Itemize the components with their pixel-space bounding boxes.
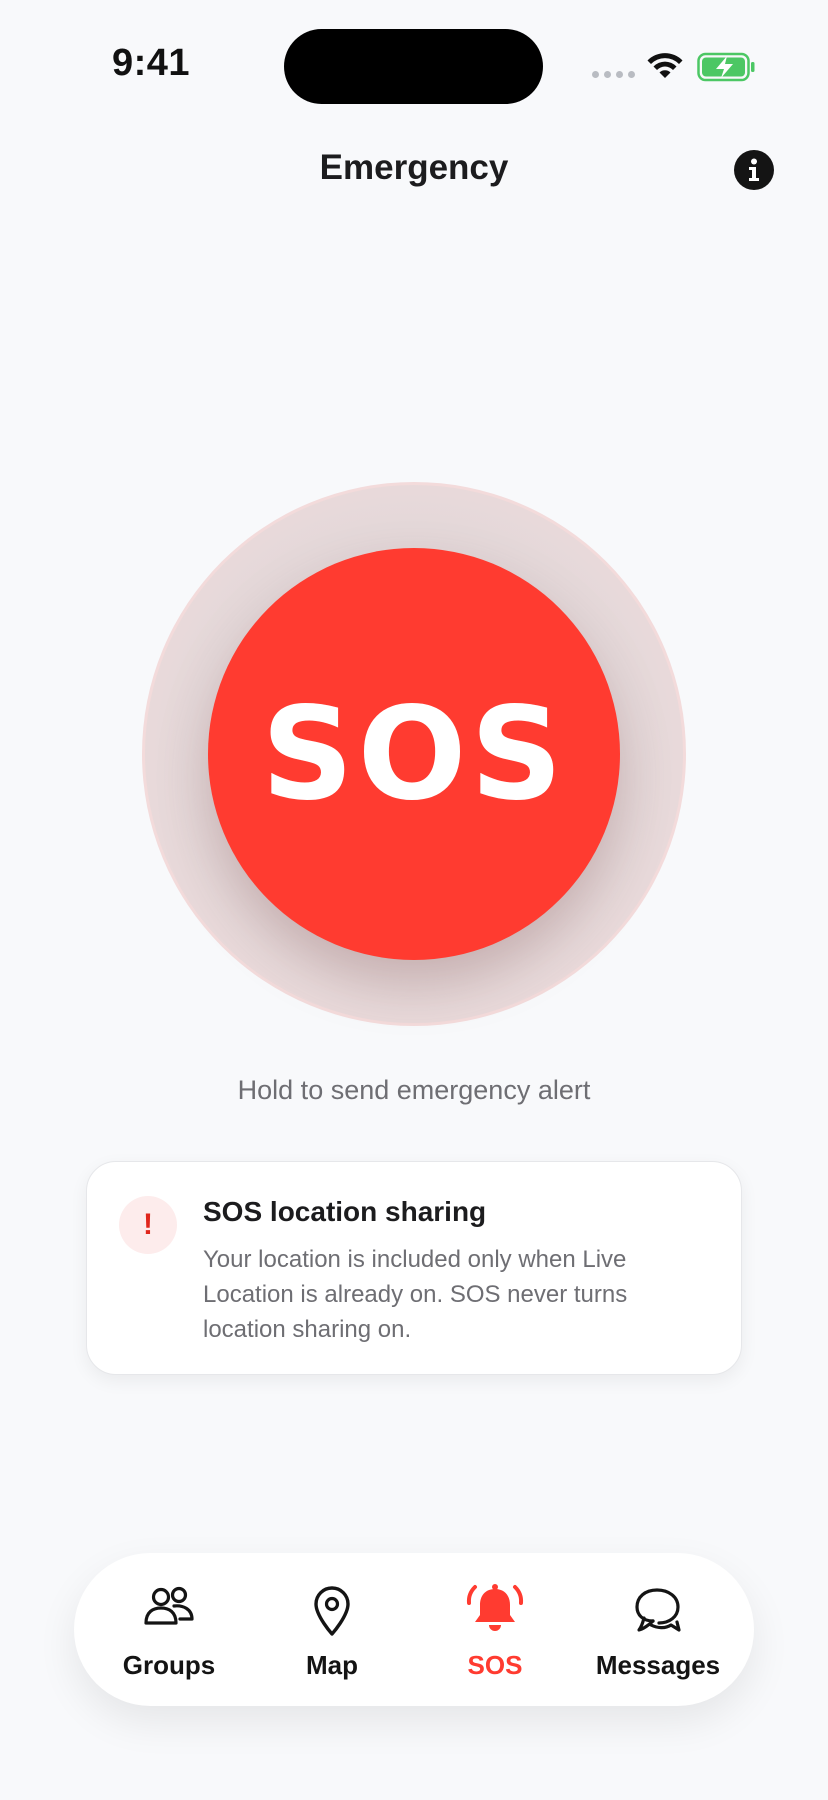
map-pin-icon [314, 1586, 350, 1636]
tab-label: Groups [122, 1650, 216, 1680]
info-icon [749, 158, 759, 181]
page-title: Emergency [319, 148, 509, 187]
chat-bubbles-icon [635, 1588, 681, 1632]
dynamic-island [284, 29, 543, 104]
tab-label: SOS [467, 1650, 523, 1680]
sos-location-card: ! SOS location sharing Your location is … [86, 1161, 742, 1375]
tab-bar: Groups Map SOS Messages [74, 1553, 754, 1706]
sos-button-label: SOS [261, 679, 567, 829]
sos-button[interactable]: SOS [208, 548, 620, 960]
tab-messages[interactable]: Messages [583, 1553, 733, 1706]
info-button[interactable] [734, 150, 774, 190]
hold-hint: Hold to send emergency alert [237, 1075, 591, 1105]
card-title: SOS location sharing [203, 1196, 487, 1227]
emergency-screen: 9:41 Emergency SOS Hold to send emergenc… [0, 0, 828, 1800]
tab-label: Messages [595, 1650, 721, 1680]
tab-map[interactable]: Map [257, 1553, 407, 1706]
card-body: Your location is included only when Live… [203, 1246, 628, 1343]
cellular-signal-icon [592, 71, 635, 78]
people-icon [144, 1586, 194, 1625]
wifi-icon [647, 53, 683, 78]
status-time: 9:41 [112, 42, 191, 84]
bell-icon [466, 1584, 524, 1631]
exclamation-icon: ! [119, 1196, 177, 1254]
tab-label: Map [306, 1650, 358, 1680]
battery-charging-icon [697, 52, 755, 82]
tab-sos[interactable]: SOS [420, 1553, 570, 1706]
tab-groups[interactable]: Groups [94, 1553, 244, 1706]
